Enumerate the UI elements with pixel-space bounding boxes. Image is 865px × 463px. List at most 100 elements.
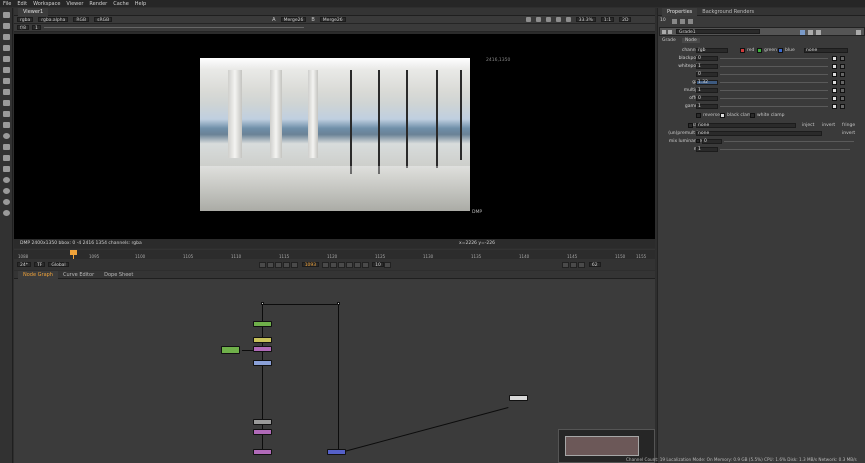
mix-field[interactable]: 1: [696, 147, 718, 152]
menu-edit[interactable]: Edit: [17, 1, 27, 7]
proxy-dropdown[interactable]: 1:1: [600, 17, 615, 23]
transform3-node[interactable]: [253, 449, 272, 455]
gain-picker-icon[interactable]: [840, 80, 845, 85]
loop-button[interactable]: [362, 261, 370, 268]
grade-node[interactable]: [253, 321, 272, 327]
max-panels-field[interactable]: 10: [660, 18, 666, 23]
transform2-node[interactable]: [253, 429, 272, 435]
mix-slider[interactable]: [720, 149, 850, 150]
lift-color-icon[interactable]: [832, 72, 837, 77]
tab-properties[interactable]: Properties: [662, 7, 698, 16]
node-name-field[interactable]: Grade1: [676, 29, 760, 35]
merge-node[interactable]: [327, 449, 346, 455]
lock-icon[interactable]: [525, 17, 531, 22]
black-clamp-checkbox[interactable]: [720, 113, 725, 118]
viewer-node[interactable]: [509, 395, 528, 401]
ocio-icon[interactable]: [3, 188, 10, 194]
tab-dope-sheet[interactable]: Dope Sheet: [99, 271, 138, 279]
offset-slider[interactable]: [720, 98, 828, 99]
multiply-slider[interactable]: [720, 90, 828, 91]
lift-field[interactable]: 0: [696, 72, 718, 77]
prev-increment-button[interactable]: [274, 261, 282, 268]
transform-icon[interactable]: [3, 100, 10, 106]
current-frame-field[interactable]: 1093: [301, 262, 320, 268]
close-icon[interactable]: [856, 30, 861, 35]
input-b-dropdown[interactable]: Merge26: [319, 17, 346, 23]
multiply-color-icon[interactable]: [832, 88, 837, 93]
roi-icon[interactable]: [535, 17, 541, 22]
input-a-dropdown[interactable]: Merge26: [280, 17, 307, 23]
other-icon[interactable]: [3, 166, 10, 172]
revert-icon[interactable]: [816, 30, 821, 35]
view-mode-dropdown[interactable]: 2D: [619, 17, 632, 23]
prev-frame-button[interactable]: [282, 261, 290, 268]
skip-button[interactable]: [383, 261, 391, 268]
render-button[interactable]: [569, 261, 577, 268]
zoom-dropdown[interactable]: 33.3%: [575, 17, 596, 23]
multiply-picker-icon[interactable]: [840, 88, 845, 93]
alpha-dropdown[interactable]: rgba.alpha: [38, 17, 69, 23]
merge-icon[interactable]: [3, 89, 10, 95]
menu-help[interactable]: Help: [135, 1, 146, 7]
float-panel-icon[interactable]: [688, 19, 693, 24]
menu-workspace[interactable]: Workspace: [33, 1, 60, 7]
offset-picker-icon[interactable]: [840, 96, 845, 101]
menu-render[interactable]: Render: [89, 1, 107, 7]
blue-checkbox[interactable]: [778, 48, 783, 53]
first-frame-button[interactable]: [258, 261, 266, 268]
mix-luminance-field[interactable]: 0: [702, 139, 722, 144]
lock-panel-icon[interactable]: [672, 19, 677, 24]
next-key-button[interactable]: [346, 261, 354, 268]
gain-field[interactable]: 1.32: [696, 80, 718, 85]
image-icon[interactable]: [3, 12, 10, 18]
grade1-node[interactable]: [221, 346, 240, 354]
keyer-icon[interactable]: [3, 78, 10, 84]
whitepoint-field[interactable]: 1: [696, 64, 718, 69]
scope-dropdown[interactable]: Global: [48, 262, 69, 268]
read-node[interactable]: [253, 419, 272, 425]
fps-field[interactable]: 24*: [17, 262, 31, 268]
dot-node[interactable]: [337, 302, 340, 305]
mask-checkbox[interactable]: [688, 123, 693, 128]
menu-viewer[interactable]: Viewer: [66, 1, 83, 7]
views-icon[interactable]: [3, 122, 10, 128]
gain-slider[interactable]: [43, 27, 304, 28]
particles-icon[interactable]: [3, 144, 10, 150]
whitepoint-slider[interactable]: [720, 66, 828, 67]
menu-cache[interactable]: Cache: [113, 1, 129, 7]
node-color-icon[interactable]: [668, 30, 672, 34]
display-dropdown[interactable]: sRGB: [94, 17, 113, 23]
gamma-color-icon[interactable]: [832, 104, 837, 109]
channels-dropdown[interactable]: rgb: [696, 48, 728, 53]
lift-picker-icon[interactable]: [840, 72, 845, 77]
gamma-field[interactable]: 1: [696, 104, 718, 109]
3d-icon[interactable]: [3, 111, 10, 117]
channel-icon[interactable]: [3, 45, 10, 51]
settings-icon[interactable]: [3, 210, 10, 216]
blackpoint-color-icon[interactable]: [832, 56, 837, 61]
time-icon[interactable]: [3, 34, 10, 40]
blur-node[interactable]: [253, 337, 272, 343]
reverse-checkbox[interactable]: [696, 113, 701, 118]
lift-slider[interactable]: [720, 74, 828, 75]
pause-icon[interactable]: [555, 17, 561, 22]
subtab-node[interactable]: Node: [682, 38, 700, 43]
transform-node[interactable]: [253, 346, 272, 352]
colorspace-dropdown[interactable]: RGB: [73, 17, 90, 23]
play-forward-button[interactable]: [322, 261, 330, 268]
mask-dropdown[interactable]: none: [696, 123, 796, 128]
clear-panels-icon[interactable]: [680, 19, 685, 24]
monitor-button[interactable]: [577, 261, 585, 268]
menu-file[interactable]: File: [3, 1, 11, 7]
white-clamp-checkbox[interactable]: [750, 113, 755, 118]
timeline-ruler[interactable]: 1088 1095 1100 1105 1110 1115 1120 1125 …: [14, 250, 655, 259]
last-frame-button[interactable]: [354, 261, 362, 268]
next-frame-button[interactable]: [330, 261, 338, 268]
viewer-link-icon[interactable]: [800, 30, 805, 35]
color-icon[interactable]: [3, 56, 10, 62]
colorcorrect-node[interactable]: [253, 360, 272, 366]
whitepoint-picker-icon[interactable]: [840, 64, 845, 69]
channels-dropdown[interactable]: rgba: [17, 17, 34, 23]
mix-luminance-slider[interactable]: [724, 141, 854, 142]
viewer-canvas[interactable]: 2416,1350 DMP: [14, 34, 655, 239]
